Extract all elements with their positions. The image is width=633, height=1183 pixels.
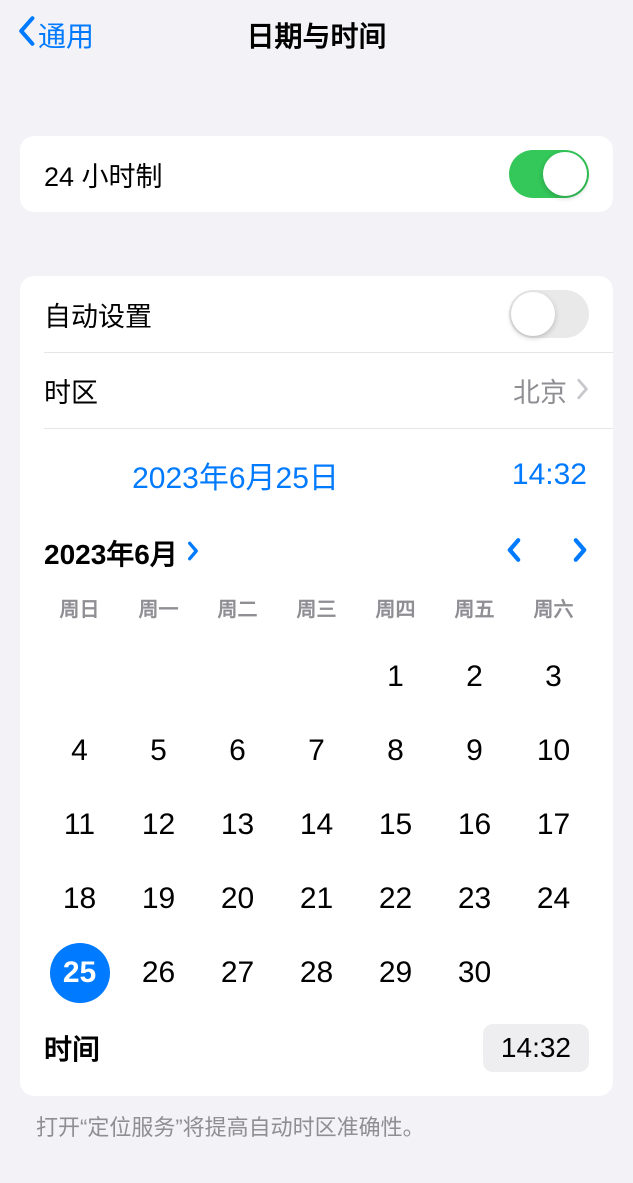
weekday-label: 周四 (356, 593, 435, 622)
calendar-day[interactable]: 30 (435, 936, 514, 1010)
calendar: 2023年6月 周日周一周二周三周四周五周六 12345678910111213… (20, 515, 613, 1096)
chevron-right-icon (575, 374, 589, 408)
chevron-right-icon (186, 538, 200, 569)
calendar-day[interactable]: 9 (435, 714, 514, 788)
calendar-day[interactable]: 28 (277, 936, 356, 1010)
calendar-day[interactable]: 10 (514, 714, 593, 788)
calendar-day[interactable]: 26 (119, 936, 198, 1010)
calendar-day[interactable]: 14 (277, 788, 356, 862)
row-time: 时间 14:32 (40, 1010, 593, 1078)
selected-time[interactable]: 14:32 (467, 458, 587, 492)
calendar-day[interactable]: 29 (356, 936, 435, 1010)
calendar-day[interactable]: 25 (40, 936, 119, 1010)
chevron-left-icon (16, 14, 36, 56)
calendar-day-empty (277, 640, 356, 714)
back-button[interactable]: 通用 (16, 14, 94, 56)
label-24hour: 24 小时制 (44, 155, 509, 194)
calendar-day[interactable]: 1 (356, 640, 435, 714)
calendar-day[interactable]: 7 (277, 714, 356, 788)
weekday-label: 周六 (514, 593, 593, 622)
calendar-month-label: 2023年6月 (44, 533, 178, 573)
calendar-day[interactable]: 5 (119, 714, 198, 788)
weekday-label: 周三 (277, 593, 356, 622)
back-label: 通用 (38, 15, 94, 55)
calendar-day[interactable]: 23 (435, 862, 514, 936)
weekday-label: 周二 (198, 593, 277, 622)
time-picker[interactable]: 14:32 (483, 1024, 589, 1072)
calendar-day[interactable]: 13 (198, 788, 277, 862)
calendar-nav (505, 535, 589, 572)
footer-note: 打开“定位服务”将提高自动时区准确性。 (36, 1110, 597, 1142)
header: 通用 日期与时间 (0, 0, 633, 70)
calendar-day[interactable]: 6 (198, 714, 277, 788)
weekday-label: 周日 (40, 593, 119, 622)
calendar-day[interactable]: 24 (514, 862, 593, 936)
prev-month-button[interactable] (505, 535, 523, 572)
label-time: 时间 (44, 1028, 483, 1068)
calendar-day[interactable]: 17 (514, 788, 593, 862)
next-month-button[interactable] (571, 535, 589, 572)
calendar-day[interactable]: 21 (277, 862, 356, 936)
label-timezone: 时区 (44, 371, 513, 410)
calendar-day-empty (40, 640, 119, 714)
calendar-day[interactable]: 27 (198, 936, 277, 1010)
calendar-header: 2023年6月 (40, 533, 593, 573)
calendar-day[interactable]: 18 (40, 862, 119, 936)
weekday-label: 周五 (435, 593, 514, 622)
calendar-day[interactable]: 20 (198, 862, 277, 936)
calendar-day[interactable]: 12 (119, 788, 198, 862)
row-24hour: 24 小时制 (20, 136, 613, 212)
calendar-day[interactable]: 11 (40, 788, 119, 862)
calendar-day[interactable]: 3 (514, 640, 593, 714)
value-timezone: 北京 (513, 371, 567, 410)
calendar-month-picker[interactable]: 2023年6月 (44, 533, 200, 573)
page-title: 日期与时间 (0, 15, 633, 55)
calendar-day[interactable]: 4 (40, 714, 119, 788)
calendar-days: 1234567891011121314151617181920212223242… (40, 640, 593, 1010)
group-24hour: 24 小时制 (20, 136, 613, 212)
calendar-day[interactable]: 2 (435, 640, 514, 714)
calendar-day[interactable]: 15 (356, 788, 435, 862)
calendar-day[interactable]: 22 (356, 862, 435, 936)
selected-date[interactable]: 2023年6月25日 (70, 453, 401, 497)
calendar-day[interactable]: 16 (435, 788, 514, 862)
row-timezone[interactable]: 时区 北京 (44, 352, 613, 428)
calendar-day-empty (198, 640, 277, 714)
group-datetime: 自动设置 时区 北京 2023年6月25日 14:32 2023年6月 (20, 276, 613, 1096)
row-auto: 自动设置 (20, 276, 613, 352)
label-auto: 自动设置 (44, 295, 509, 334)
toggle-auto[interactable] (509, 290, 589, 338)
toggle-24hour[interactable] (509, 150, 589, 198)
calendar-day[interactable]: 19 (119, 862, 198, 936)
calendar-weekdays: 周日周一周二周三周四周五周六 (40, 593, 593, 622)
calendar-day[interactable]: 8 (356, 714, 435, 788)
row-selected-datetime: 2023年6月25日 14:32 (44, 428, 613, 515)
weekday-label: 周一 (119, 593, 198, 622)
calendar-day-empty (119, 640, 198, 714)
